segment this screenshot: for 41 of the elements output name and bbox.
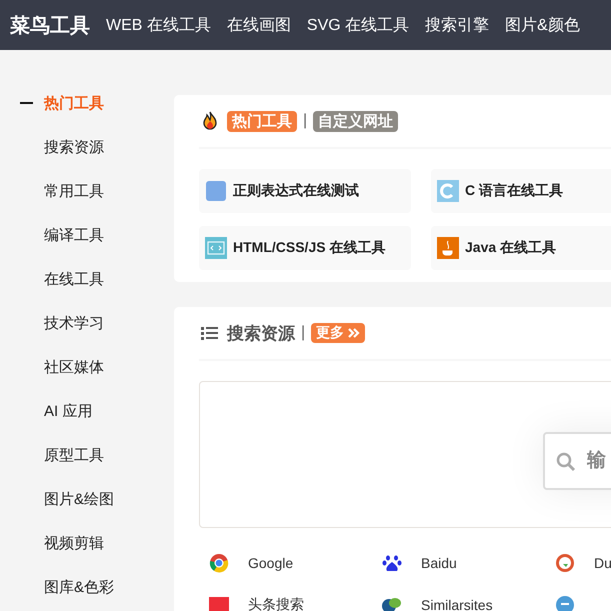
tool-link[interactable]: C 语言在线工具: [431, 169, 611, 213]
sidebar-item[interactable]: 视频剪辑: [0, 521, 174, 565]
code-window-icon: [205, 237, 227, 259]
tool-link[interactable]: Java 在线工具: [431, 226, 611, 270]
active-marker: [20, 102, 33, 104]
sidebar-item[interactable]: AI 应用: [0, 389, 174, 433]
nav-link[interactable]: 图片&颜色: [505, 14, 580, 36]
search-engine-link[interactable]: Baidu: [382, 552, 555, 574]
section-title: 搜索资源: [227, 322, 295, 344]
browser-logo-icon: [209, 553, 229, 573]
regex-icon: [205, 180, 227, 202]
separator: |: [303, 112, 308, 130]
search-engine-link[interactable]: Similarsites: [382, 594, 555, 611]
sidebar-item[interactable]: 技术学习: [0, 301, 174, 345]
sidebar-item[interactable]: 图片&绘图: [0, 477, 174, 521]
sidebar-item[interactable]: 搜索资源: [0, 125, 174, 169]
sidebar-item[interactable]: 在线工具: [0, 257, 174, 301]
sidebar-item[interactable]: 原型工具: [0, 433, 174, 477]
double-chevron-icon: [347, 327, 360, 339]
nav-link[interactable]: WEB 在线工具: [106, 14, 211, 36]
globe-icon: [382, 595, 402, 611]
tool-link[interactable]: 正则表达式在线测试: [199, 169, 411, 213]
sidebar-item[interactable]: 编译工具: [0, 213, 174, 257]
search-field[interactable]: 输: [543, 432, 611, 490]
sidebar-item[interactable]: 图库&色彩: [0, 565, 174, 609]
search-engine-link[interactable]: Google: [209, 552, 382, 574]
nav-link[interactable]: 搜索引擎: [425, 14, 490, 36]
tool-link[interactable]: HTML/CSS/JS 在线工具: [199, 226, 411, 270]
site-logo[interactable]: 菜鸟工具: [10, 12, 90, 38]
sidebar-item[interactable]: 常用工具: [0, 169, 174, 213]
c-language-icon: [437, 180, 459, 202]
sidebar-item[interactable]: 社区媒体: [0, 345, 174, 389]
separator: |: [301, 324, 306, 342]
nav-link[interactable]: SVG 在线工具: [306, 14, 410, 36]
square-logo-icon: [209, 595, 229, 611]
nav-link[interactable]: 在线画图: [226, 14, 291, 36]
paw-icon: [382, 553, 402, 573]
search-engine-link[interactable]: 头条搜索: [209, 594, 382, 611]
search-engine-link[interactable]: Du: [555, 552, 611, 574]
duck-icon: [555, 553, 575, 573]
coffee-cup-icon: [437, 237, 459, 259]
